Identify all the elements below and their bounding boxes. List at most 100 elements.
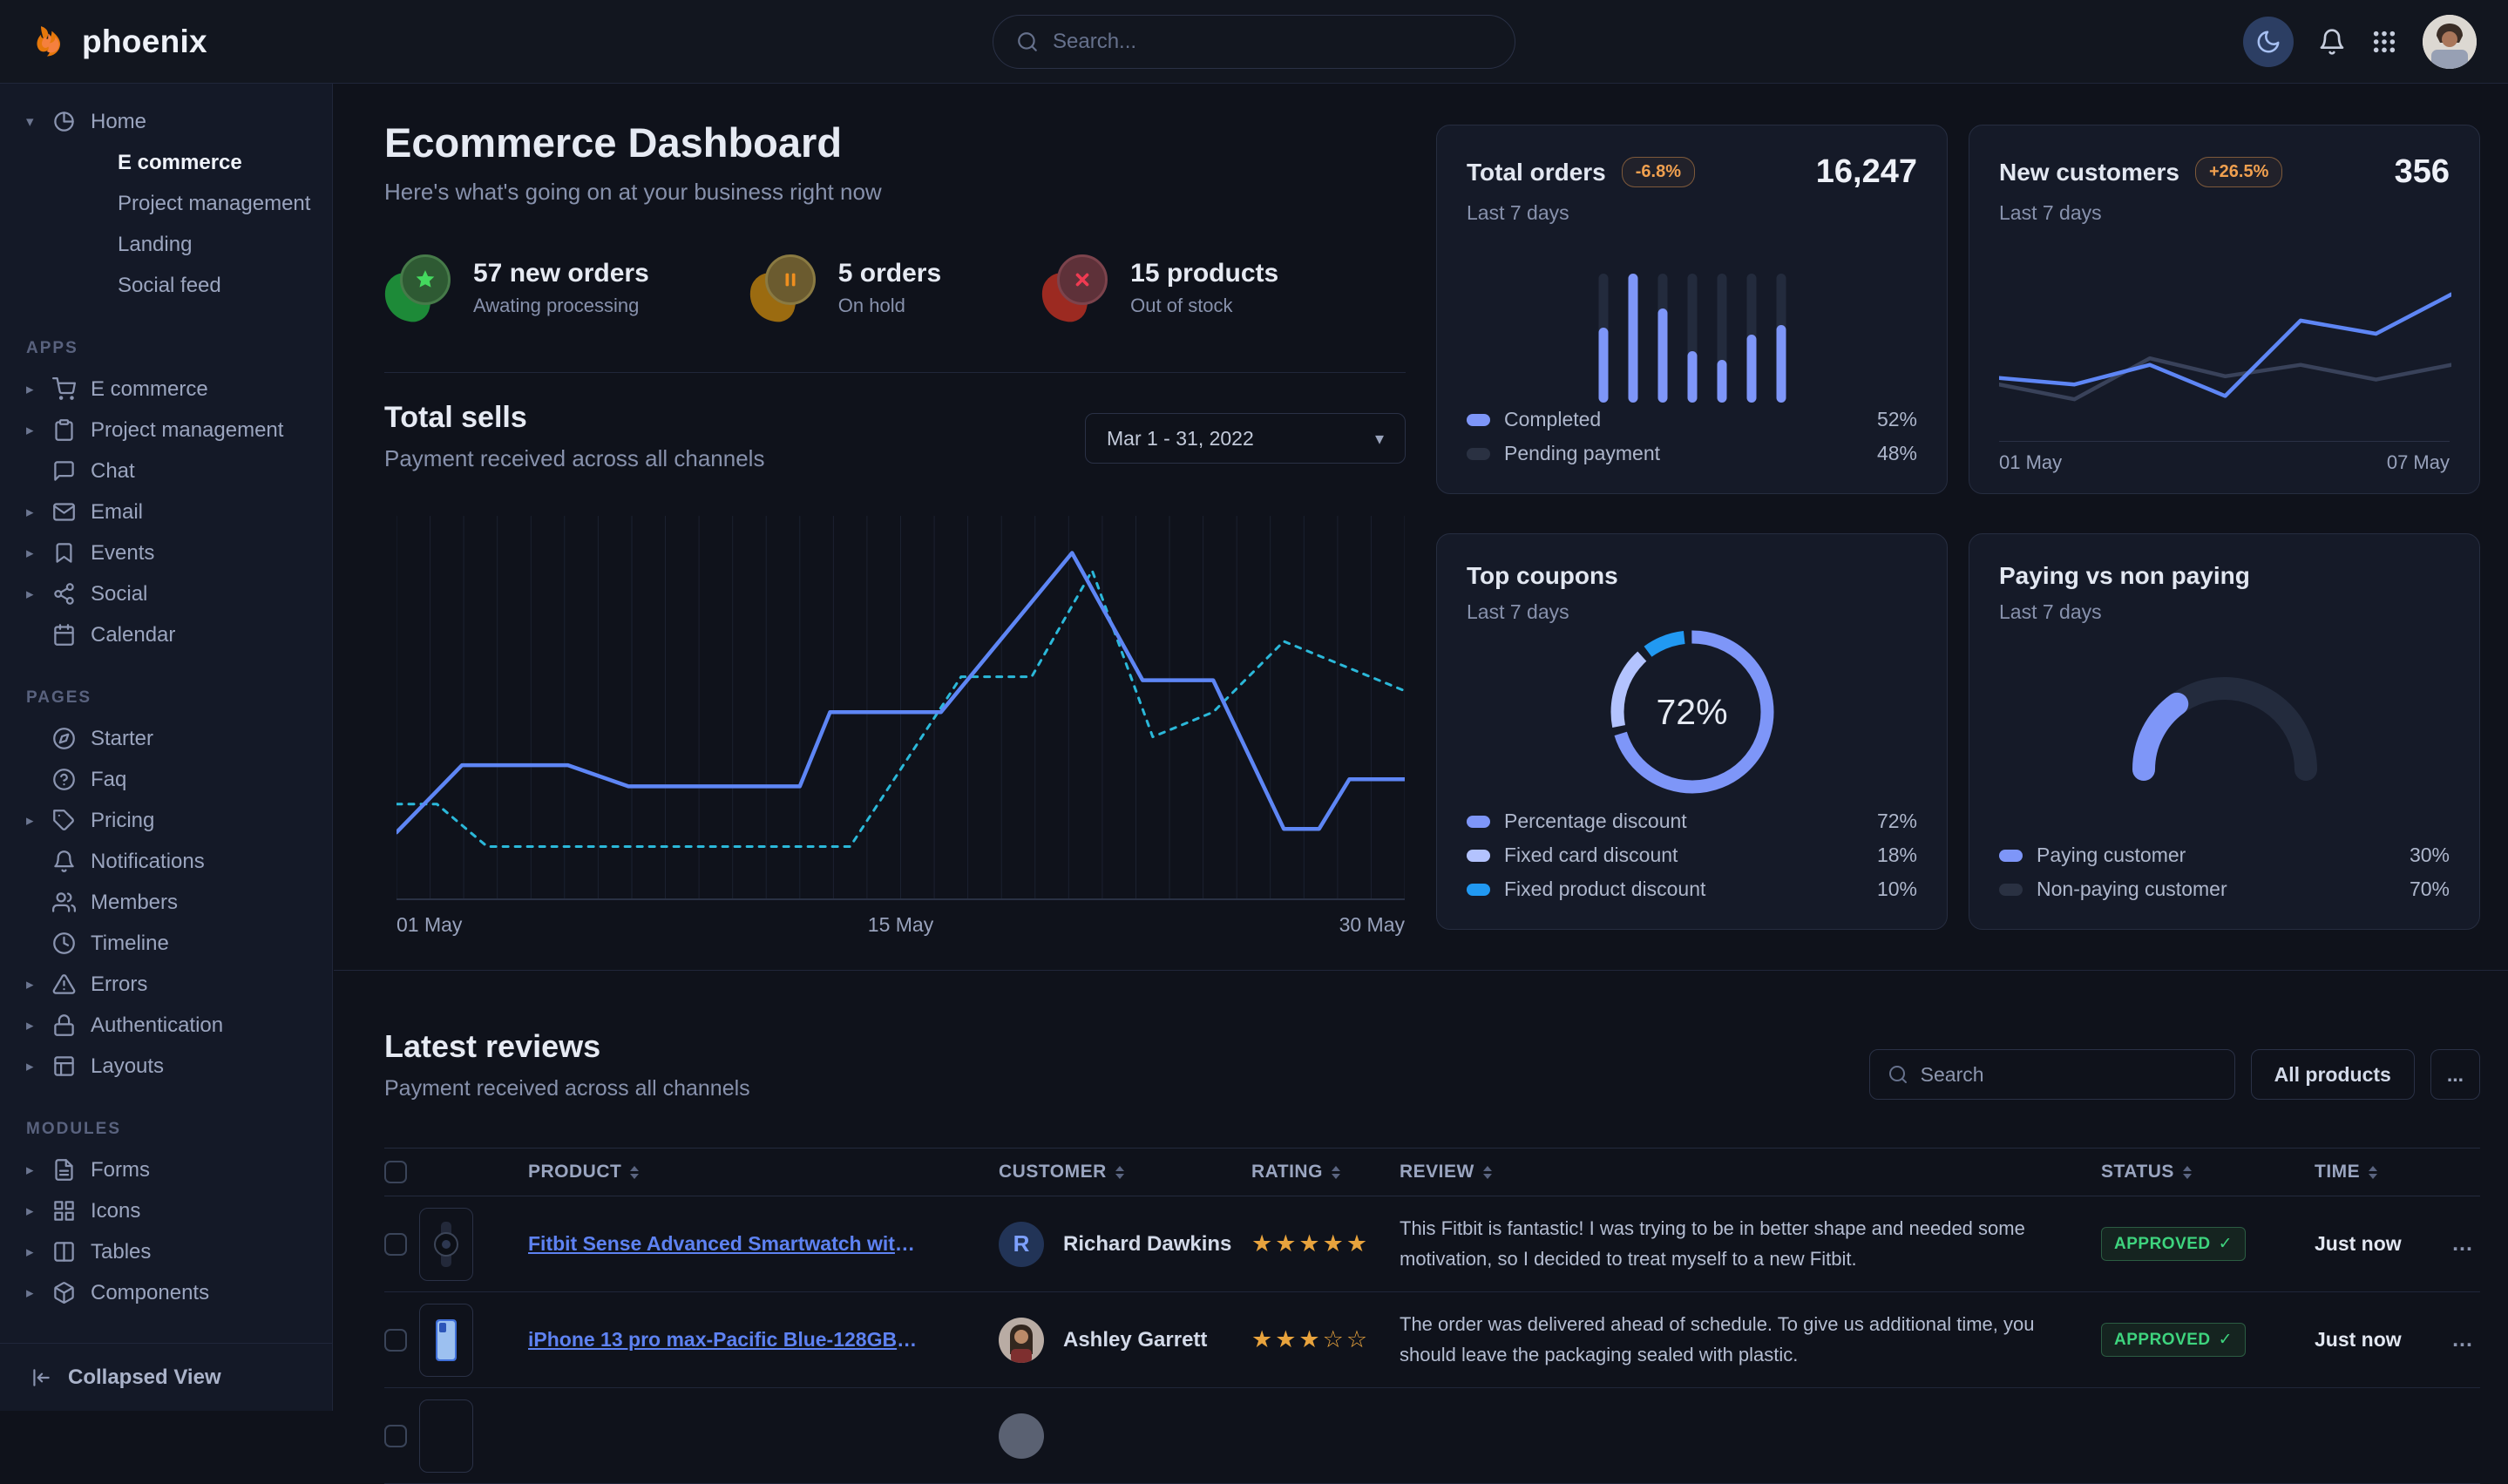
card-title: New customers [1999, 159, 2179, 186]
column-header-time[interactable]: TIME [2315, 1162, 2445, 1182]
sidebar-item-events[interactable]: ▸Events [0, 532, 332, 573]
column-header-rating[interactable]: RATING [1251, 1162, 1391, 1182]
more-options-button[interactable]: ... [2430, 1049, 2480, 1100]
sort-icon[interactable] [2369, 1166, 2377, 1179]
sidebar-item-errors[interactable]: ▸Errors [0, 964, 332, 1005]
new-customers-line-chart [1999, 256, 2451, 437]
coupons-legend-row: Fixed product discount10% [1467, 872, 1917, 906]
theme-toggle-button[interactable] [2243, 17, 2294, 67]
sidebar-item-notifications[interactable]: Notifications [0, 841, 332, 882]
stat-text: 57 new ordersAwating processing [473, 259, 649, 317]
orders-legend-row: Completed52% [1467, 403, 1917, 437]
sidebar-item-forms[interactable]: ▸Forms [0, 1149, 332, 1190]
product-link[interactable]: Fitbit Sense Advanced Smartwatch with To… [511, 1232, 946, 1256]
x-axis-label: 01 May [1999, 451, 2062, 474]
sidebar-item-e-commerce[interactable]: ▸E commerce [0, 369, 332, 410]
bar-fill [1657, 308, 1667, 403]
sidebar-item-calendar[interactable]: Calendar [0, 614, 332, 655]
sidebar-item-authentication[interactable]: ▸Authentication [0, 1005, 332, 1046]
row-checkbox[interactable] [384, 1329, 407, 1352]
legend-label: Pending payment [1504, 442, 1660, 465]
product-link[interactable]: iPhone 13 pro max-Pacific Blue-128GB sto… [511, 1328, 946, 1352]
sidebar-item-pricing[interactable]: ▸Pricing [0, 800, 332, 841]
warning-icon [52, 972, 91, 996]
sidebar-item-project-management[interactable]: Project management [0, 183, 332, 224]
sidebar-item-layouts[interactable]: ▸Layouts [0, 1046, 332, 1087]
collapse-label: Collapsed View [68, 1365, 221, 1390]
all-products-button[interactable]: All products [2251, 1049, 2415, 1100]
sidebar-item-label: Calendar [91, 623, 175, 647]
paying-legend-row: Non-paying customer70% [1999, 872, 2450, 906]
bar-fill [1776, 325, 1786, 403]
select-all-checkbox[interactable] [384, 1161, 407, 1183]
sidebar-item-label: Components [91, 1281, 209, 1305]
sort-icon[interactable] [2183, 1166, 2192, 1179]
table-header: PRODUCTCUSTOMERRATINGREVIEWSTATUSTIME [384, 1148, 2480, 1196]
sort-icon[interactable] [630, 1166, 639, 1179]
sidebar-item-starter[interactable]: Starter [0, 718, 332, 759]
column-header-status[interactable]: STATUS [2101, 1162, 2315, 1182]
sidebar-item-e-commerce[interactable]: E commerce [0, 142, 332, 183]
caret-down-icon: ▾ [26, 113, 52, 131]
x-axis-label: 30 May [1339, 913, 1405, 937]
bell-icon [52, 850, 91, 873]
brand[interactable]: phoenix [31, 23, 207, 61]
coupons-legend-row: Percentage discount72% [1467, 804, 1917, 838]
sidebar-item-social[interactable]: ▸Social [0, 573, 332, 614]
status-circle [400, 254, 451, 305]
sidebar-item-label: Timeline [91, 932, 169, 956]
sidebar-item-faq[interactable]: Faq [0, 759, 332, 800]
card-value: 16,247 [1816, 153, 1917, 191]
sidebar-item-label: Chat [91, 459, 135, 484]
sidebar-item-label: Social feed [118, 274, 221, 298]
sidebar-item-tables[interactable]: ▸Tables [0, 1231, 332, 1272]
sidebar-item-label: E commerce [118, 151, 242, 175]
sidebar-item-email[interactable]: ▸Email [0, 491, 332, 532]
collapse-view-button[interactable]: Collapsed View [0, 1343, 332, 1411]
sidebar-item-label: Members [91, 891, 178, 915]
column-header-customer[interactable]: CUSTOMER [946, 1162, 1251, 1182]
check-icon: ✓ [2219, 1234, 2233, 1254]
sidebar-item-chat[interactable]: Chat [0, 451, 332, 491]
global-search [993, 15, 1515, 69]
search-input[interactable] [1053, 30, 1492, 54]
sort-icon[interactable] [1115, 1166, 1124, 1179]
user-avatar[interactable] [2423, 15, 2477, 69]
reviews-subtitle: Payment received across all channels [384, 1076, 750, 1101]
caret-right-icon: ▸ [26, 1203, 52, 1220]
sidebar-item-landing[interactable]: Landing [0, 224, 332, 265]
row-more-button[interactable]: ... [2445, 1231, 2480, 1257]
sidebar-item-components[interactable]: ▸Components [0, 1272, 332, 1313]
stats-row: 57 new ordersAwating processing5 ordersO… [384, 254, 1278, 321]
row-checkbox[interactable] [384, 1425, 407, 1447]
card-title: Total orders [1467, 159, 1606, 186]
row-checkbox[interactable] [384, 1233, 407, 1256]
column-header-review[interactable]: REVIEW [1391, 1162, 2101, 1182]
row-more-button[interactable]: ... [2445, 1327, 2480, 1352]
customer-name: Richard Dawkins [1063, 1232, 1231, 1257]
sort-icon[interactable] [1332, 1166, 1340, 1179]
sort-icon[interactable] [1483, 1166, 1492, 1179]
sidebar-item-home[interactable]: ▾Home [0, 101, 332, 142]
delta-badge: +26.5% [2195, 157, 2282, 187]
page-title: Ecommerce Dashboard [384, 119, 882, 166]
date-range-select[interactable]: Mar 1 - 31, 2022 ▾ [1085, 413, 1406, 464]
product-thumbnail [419, 1304, 473, 1377]
notifications-button[interactable] [2318, 28, 2346, 56]
customer-cell [946, 1413, 1251, 1459]
caret-right-icon: ▸ [26, 812, 52, 830]
sidebar-item-timeline[interactable]: Timeline [0, 923, 332, 964]
legend-value: 18% [1877, 844, 1917, 867]
apps-grid-button[interactable] [2370, 28, 2398, 56]
sidebar-section-apps: APPS [26, 339, 332, 358]
review-time: Just now [2315, 1232, 2445, 1256]
sidebar-item-icons[interactable]: ▸Icons [0, 1190, 332, 1231]
sidebar-item-project-management[interactable]: ▸Project management [0, 410, 332, 451]
sidebar-item-social-feed[interactable]: Social feed [0, 265, 332, 306]
caret-right-icon: ▸ [26, 976, 52, 993]
column-header-product[interactable]: PRODUCT [511, 1162, 946, 1182]
sidebar-item-members[interactable]: Members [0, 882, 332, 923]
bar-fill [1717, 360, 1726, 403]
reviews-search-input[interactable] [1921, 1063, 2217, 1087]
page-subtitle: Here's what's going on at your business … [384, 179, 882, 206]
